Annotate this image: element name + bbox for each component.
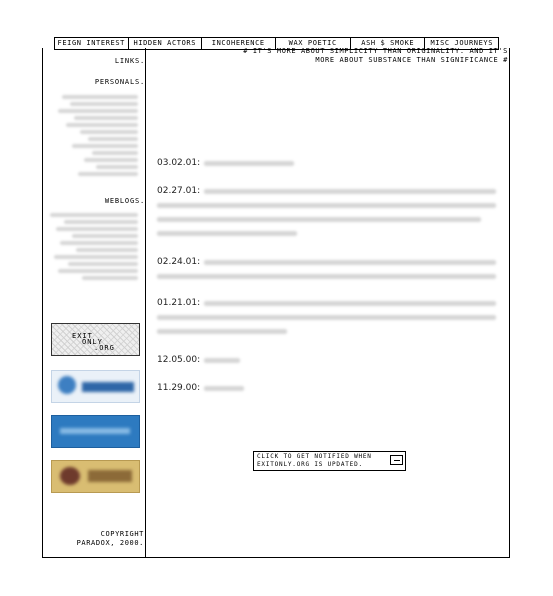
exitonly-badge[interactable]: EXIT ONLY .ORG [51,323,140,356]
list-item[interactable] [80,130,138,134]
entry-date: 12.05.00: [157,355,201,365]
list-item[interactable] [50,213,138,217]
list-item[interactable] [56,227,138,231]
list-item[interactable] [74,116,138,120]
tagline-line-2: MORE ABOUT SUBSTANCE THAN SIGNIFICANCE # [315,56,508,64]
list-item[interactable] [58,109,138,113]
badge-exit-line-3: .ORG [94,344,115,352]
notify-line-2: EXITONLY.ORG IS UPDATED. [257,461,363,468]
badge-emblem-icon [60,467,80,485]
entry-text [157,274,496,279]
entry-date: 02.24.01: [157,257,201,267]
journal-entry: 01.21.01: [157,298,200,308]
list-item[interactable] [64,220,138,224]
entry-text [204,189,496,194]
entry-date: 01.21.01: [157,298,201,308]
list-item[interactable] [60,241,138,245]
list-item[interactable] [66,123,138,127]
entry-text [204,386,244,391]
entry-text [204,260,496,265]
list-item[interactable] [72,234,138,238]
blurred-badge-blue-logo[interactable] [51,370,140,403]
entry-date: 03.02.01: [157,158,201,168]
notify-button[interactable]: CLICK TO GET NOTIFIED WHEN EXITONLY.ORG … [253,451,406,471]
journal-entry: 02.27.01: [157,186,200,196]
notify-line-1: CLICK TO GET NOTIFIED WHEN [257,453,372,460]
badge-text [60,428,130,434]
list-item[interactable] [78,172,138,176]
tagline: # IT'S MORE ABOUT SIMPLICITY THAN ORIGIN… [150,47,508,65]
badge-logo-text [82,382,134,392]
entry-text [157,315,496,320]
notify-text: CLICK TO GET NOTIFIED WHEN EXITONLY.ORG … [257,453,372,469]
links-heading[interactable]: LINKS. [115,57,145,65]
list-item[interactable] [54,255,138,259]
weblogs-heading: WEBLOGS. [104,197,145,205]
entry-text [157,329,287,334]
copyright-line-1: COPYRIGHT [100,530,144,538]
entry-text [204,161,294,166]
list-item[interactable] [58,269,138,273]
entry-text [204,358,240,363]
badge-logo-icon [58,376,76,394]
entry-text [157,231,297,236]
list-item[interactable] [72,144,138,148]
list-item[interactable] [76,248,138,252]
copyright: COPYRIGHT PARADOX, 2000. [42,530,145,548]
envelope-icon [390,455,403,465]
list-item[interactable] [70,102,138,106]
blurred-badge-gold[interactable] [51,460,140,493]
journal-entry: 11.29.00: [157,383,200,393]
list-item[interactable] [96,165,138,169]
journal-entry: 12.05.00: [157,355,200,365]
list-item[interactable] [68,262,138,266]
journal-entry: 03.02.01: [157,158,200,168]
list-item[interactable] [92,151,138,155]
list-item[interactable] [84,158,138,162]
entry-text [157,203,496,208]
entry-date: 02.27.01: [157,186,201,196]
copyright-line-2: PARADOX, 2000. [76,539,144,547]
blurred-badge-blue-bar[interactable] [51,415,140,448]
entry-text [204,301,496,306]
badge-text [88,470,132,482]
entry-text [157,217,481,222]
list-item[interactable] [82,276,138,280]
list-item[interactable] [88,137,138,141]
tagline-line-1: # IT'S MORE ABOUT SIMPLICITY THAN ORIGIN… [243,47,508,55]
entry-date: 11.29.00: [157,383,201,393]
journal-entry: 02.24.01: [157,257,200,267]
list-item[interactable] [62,95,138,99]
personals-heading: PERSONALS. [94,78,145,86]
